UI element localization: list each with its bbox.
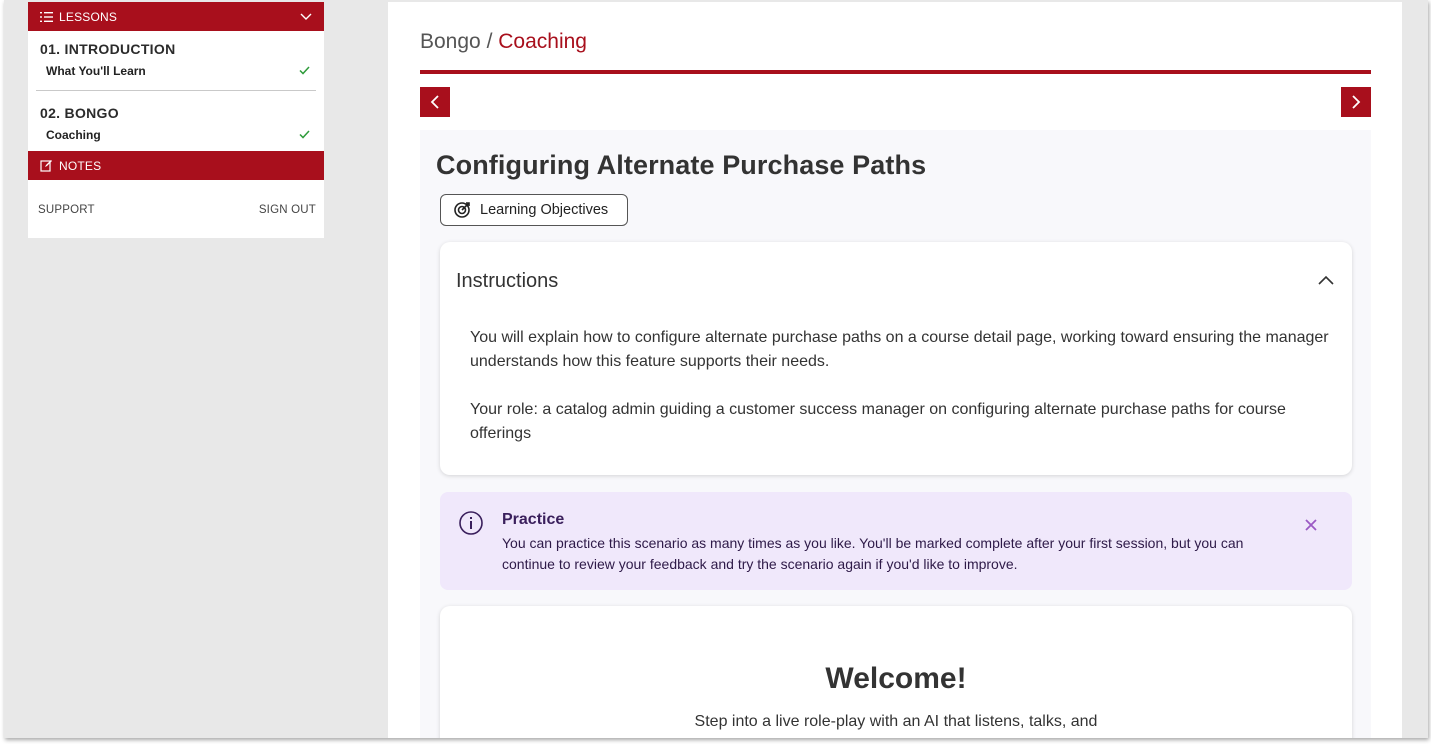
practice-text: You can practice this scenario as many t… xyxy=(502,535,1244,572)
close-icon[interactable] xyxy=(1304,518,1318,537)
lesson-label: What You'll Learn xyxy=(46,63,146,78)
lesson-item-what-youll-learn[interactable]: What You'll Learn xyxy=(40,57,316,90)
check-icon xyxy=(299,63,310,78)
learning-objectives-label: Learning Objectives xyxy=(480,202,609,218)
lesson-item-coaching[interactable]: Coaching xyxy=(40,121,316,151)
lessons-label: LESSONS xyxy=(59,9,118,24)
target-icon xyxy=(453,201,471,219)
support-link[interactable]: SUPPORT xyxy=(38,204,95,216)
breadcrumb: Bongo / Coaching xyxy=(420,30,587,54)
breadcrumb-parent[interactable]: Bongo xyxy=(420,30,481,53)
divider xyxy=(420,70,1371,74)
sidebar: LESSONS 01. INTRODUCTION What You'll Lea… xyxy=(28,2,324,238)
breadcrumb-separator: / xyxy=(480,30,499,53)
lesson-content: Configuring Alternate Purchase Paths Lea… xyxy=(420,130,1371,738)
welcome-title: Welcome! xyxy=(825,662,967,695)
main-panel: Bongo / Coaching Configuring Alternate P… xyxy=(388,2,1402,738)
section-title: 01. INTRODUCTION xyxy=(40,41,176,57)
instructions-card: Instructions You will explain how to con… xyxy=(440,242,1352,475)
check-icon xyxy=(299,127,310,142)
instructions-title: Instructions xyxy=(456,270,559,292)
chevron-up-icon[interactable] xyxy=(1318,272,1334,290)
welcome-card: Welcome! Step into a live role-play with… xyxy=(440,606,1352,738)
chevron-down-icon[interactable] xyxy=(300,10,312,24)
section-introduction: 01. INTRODUCTION What You'll Learn xyxy=(28,31,324,90)
welcome-subtitle: Step into a live role-play with an AI th… xyxy=(694,713,1098,730)
section-bongo: 02. BONGO Coaching xyxy=(28,91,324,151)
info-icon xyxy=(458,510,484,541)
sign-out-link[interactable]: SIGN OUT xyxy=(259,204,316,216)
notes-label: NOTES xyxy=(59,158,102,173)
practice-title: Practice xyxy=(502,511,565,528)
chevron-right-icon xyxy=(1352,95,1361,109)
section-title: 02. BONGO xyxy=(40,105,119,121)
instructions-role-text: Your role: a catalog admin guiding a cus… xyxy=(470,401,1286,442)
app-window: LESSONS 01. INTRODUCTION What You'll Lea… xyxy=(4,0,1428,738)
lesson-label: Coaching xyxy=(46,127,101,142)
notes-button[interactable]: NOTES xyxy=(28,151,324,180)
edit-icon xyxy=(40,159,54,173)
prev-button[interactable] xyxy=(420,87,450,117)
breadcrumb-current: Coaching xyxy=(498,30,587,53)
instructions-text: You will explain how to configure altern… xyxy=(470,329,1329,370)
learning-objectives-button[interactable]: Learning Objectives xyxy=(440,194,628,226)
page-title: Configuring Alternate Purchase Paths xyxy=(436,150,927,180)
lessons-header[interactable]: LESSONS xyxy=(28,2,324,31)
sidebar-footer: SUPPORT SIGN OUT xyxy=(28,180,324,216)
next-button[interactable] xyxy=(1341,87,1371,117)
practice-banner: Practice You can practice this scenario … xyxy=(440,492,1352,590)
chevron-left-icon xyxy=(430,95,439,109)
list-icon xyxy=(40,10,54,24)
